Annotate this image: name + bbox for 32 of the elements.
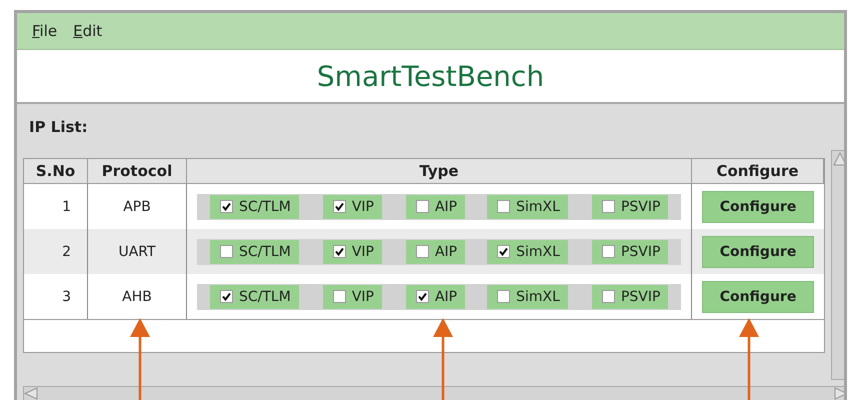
table-cell: 3 bbox=[62, 288, 71, 304]
table-cell: APB bbox=[123, 198, 151, 214]
type-option[interactable]: SC/TLM bbox=[210, 284, 299, 308]
table-cell: 1 bbox=[62, 198, 71, 214]
column-header: Protocol bbox=[88, 159, 187, 184]
type-option[interactable]: AIP bbox=[406, 240, 466, 264]
configure-button[interactable]: Configure bbox=[702, 190, 814, 222]
type-option[interactable]: SC/TLM bbox=[210, 240, 299, 264]
table-cell: AHB bbox=[122, 288, 152, 304]
type-option[interactable]: PSVIP bbox=[592, 240, 668, 264]
type-option[interactable]: AIP bbox=[406, 284, 466, 308]
type-option[interactable]: AIP bbox=[406, 194, 466, 218]
column-header: Configure bbox=[692, 159, 824, 184]
type-option[interactable]: VIP bbox=[322, 194, 382, 218]
configure-button[interactable]: Configure bbox=[702, 280, 814, 312]
column-header: S.No bbox=[24, 159, 88, 184]
table-cell: UART bbox=[118, 244, 156, 260]
section-label: IP List: bbox=[29, 118, 88, 138]
type-option[interactable]: SimXL bbox=[487, 284, 568, 308]
menu-item[interactable]: File bbox=[32, 22, 58, 40]
table-cell: 2 bbox=[62, 244, 71, 260]
menu-item[interactable]: Edit bbox=[73, 22, 102, 40]
type-option[interactable]: VIP bbox=[322, 240, 382, 264]
type-option[interactable]: VIP bbox=[322, 284, 382, 308]
configure-button[interactable]: Configure bbox=[702, 236, 814, 268]
app-title: SmartTestBench bbox=[316, 60, 544, 92]
type-option[interactable]: PSVIP bbox=[592, 284, 668, 308]
column-header: Type bbox=[187, 159, 692, 184]
type-option[interactable]: SimXL bbox=[487, 194, 568, 218]
type-option[interactable]: SimXL bbox=[487, 240, 568, 264]
type-option[interactable]: SC/TLM bbox=[210, 194, 299, 218]
type-option[interactable]: PSVIP bbox=[592, 194, 668, 218]
